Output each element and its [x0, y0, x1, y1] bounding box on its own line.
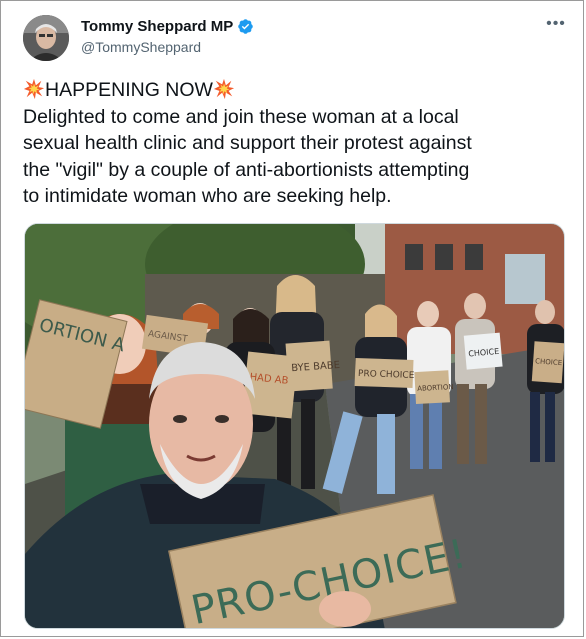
- collision-icon: [213, 78, 235, 100]
- tweet-text: HAPPENING NOW Delighted to come and join…: [23, 77, 568, 210]
- protest-photo: ORTION A AGAINST HAD ABORTION BYE BABE P…: [25, 224, 564, 628]
- tweet-line: the "vigil" by a couple of anti-abortion…: [23, 158, 470, 181]
- author-name-row[interactable]: Tommy Sheppard MP: [81, 18, 254, 35]
- more-options-icon[interactable]: •••: [544, 15, 568, 35]
- avatar-photo: [23, 15, 69, 61]
- tweet-headline-line: HAPPENING NOW: [23, 77, 568, 104]
- verified-badge-icon: [238, 19, 254, 34]
- tweet-line: sexual health clinic and support their p…: [23, 132, 472, 154]
- avatar[interactable]: [23, 15, 69, 61]
- tweet-line: to intimidate woman who are seeking help…: [23, 185, 392, 207]
- author-handle[interactable]: @TommySheppard: [81, 39, 201, 55]
- tweet-card: Tommy Sheppard MP @TommySheppard ••• HAP…: [0, 0, 584, 637]
- tweet-line: Delighted to come and join these woman a…: [23, 105, 459, 128]
- author-display-name[interactable]: Tommy Sheppard MP: [81, 18, 233, 35]
- tweet-photo[interactable]: ORTION A AGAINST HAD ABORTION BYE BABE P…: [24, 223, 565, 629]
- tweet-headline: HAPPENING NOW: [45, 79, 213, 101]
- collision-icon: [23, 78, 45, 100]
- sign-middle-text: PRO CHOICE: [358, 369, 415, 381]
